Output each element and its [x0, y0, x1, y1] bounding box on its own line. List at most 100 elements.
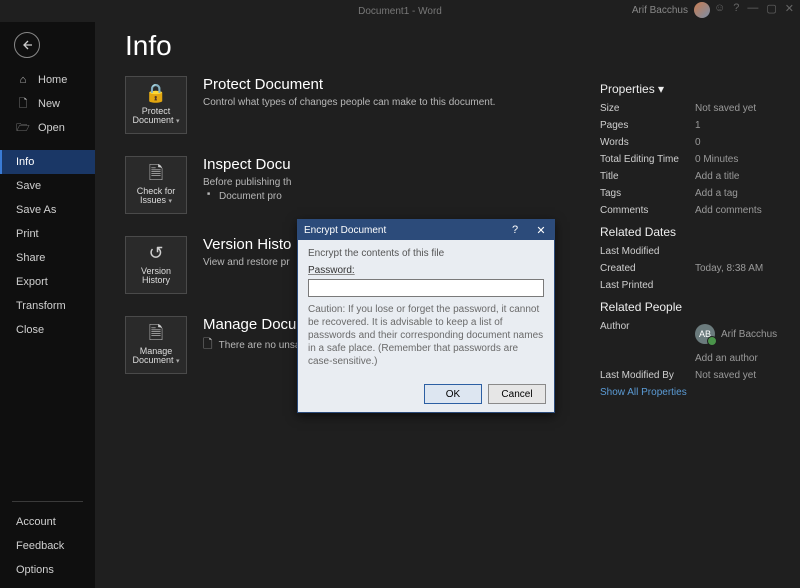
- sidebar-label: Save: [16, 180, 41, 192]
- property-value: Add a title: [695, 171, 739, 182]
- property-row[interactable]: Words0: [600, 134, 792, 151]
- property-key: Tags: [600, 188, 695, 199]
- sidebar-item-save-as[interactable]: Save As: [0, 198, 95, 222]
- sidebar-label: Export: [16, 276, 48, 288]
- account-avatar-icon: [694, 2, 710, 18]
- sidebar-label: Account: [16, 516, 56, 528]
- sidebar-item-feedback[interactable]: Feedback: [0, 534, 95, 558]
- account-name: Arif Bacchus: [632, 5, 688, 16]
- sidebar-label: Transform: [16, 300, 66, 312]
- maximize-icon[interactable]: ▢: [766, 2, 776, 15]
- chevron-down-icon: ▾: [658, 82, 664, 96]
- show-all-properties-link[interactable]: Show All Properties: [600, 387, 687, 398]
- property-value: Not saved yet: [695, 103, 756, 114]
- password-input[interactable]: [308, 279, 544, 297]
- last-modified-by-label: Last Modified By: [600, 370, 695, 381]
- date-key: Created: [600, 263, 695, 274]
- dialog-close-button[interactable]: ✕: [528, 220, 554, 240]
- sidebar-item-account[interactable]: Account: [0, 510, 95, 534]
- property-row[interactable]: CommentsAdd comments: [600, 202, 792, 219]
- section-title: Inspect Docu: [203, 156, 584, 173]
- dialog-title: Encrypt Document: [304, 225, 386, 236]
- property-value: Add a tag: [695, 188, 738, 199]
- property-value: Add comments: [695, 205, 762, 216]
- back-button[interactable]: [14, 32, 40, 58]
- version-history-button[interactable]: ↺ VersionHistory: [125, 236, 187, 294]
- manage-document-button[interactable]: 🗎 ManageDocument ▾: [125, 316, 187, 374]
- minimize-icon[interactable]: —: [747, 2, 758, 15]
- protect-document-button[interactable]: 🔒 ProtectDocument ▾: [125, 76, 187, 134]
- property-key: Title: [600, 171, 695, 182]
- sidebar-label: Open: [38, 122, 65, 134]
- window-controls: ☺ ? — ▢ ✕: [714, 2, 794, 15]
- sidebar-item-transform[interactable]: Transform: [0, 294, 95, 318]
- related-dates-heading: Related Dates: [600, 225, 792, 239]
- check-for-issues-button[interactable]: 🗎 Check forIssues ▾: [125, 156, 187, 214]
- properties-panel: Properties ▾ SizeNot saved yetPages1Word…: [600, 76, 800, 401]
- sidebar-item-print[interactable]: Print: [0, 222, 95, 246]
- property-key: Total Editing Time: [600, 154, 695, 165]
- sidebar-item-options[interactable]: Options: [0, 558, 95, 582]
- sidebar-item-new[interactable]: 🗋 New: [0, 92, 95, 116]
- page-title: Info: [95, 22, 800, 76]
- card-label: VersionHistory: [141, 267, 171, 287]
- card-label: ManageDocument ▾: [132, 347, 179, 367]
- file-icon: 🗋: [203, 337, 213, 351]
- sidebar-item-save[interactable]: Save: [0, 174, 95, 198]
- title-bar: Document1 - Word Arif Bacchus ☺ ? — ▢ ✕: [0, 0, 800, 22]
- backstage-sidebar: ⌂ Home 🗋 New 🗁 Open Info Save Save As Pr…: [0, 22, 95, 588]
- author-value[interactable]: AB Arif Bacchus: [695, 321, 777, 347]
- section-text: Before publishing th Document pro: [203, 176, 584, 203]
- account-area[interactable]: Arif Bacchus: [632, 2, 710, 18]
- date-value: Today, 8:38 AM: [695, 263, 763, 274]
- arrow-left-icon: [21, 39, 33, 51]
- document-title: Document1 - Word: [358, 6, 442, 17]
- sidebar-item-close[interactable]: Close: [0, 318, 95, 342]
- property-value: 0 Minutes: [695, 154, 738, 165]
- property-row[interactable]: SizeNot saved yet: [600, 100, 792, 117]
- password-label: Password:: [308, 265, 544, 276]
- property-key: Words: [600, 137, 695, 148]
- face-icon[interactable]: ☺: [714, 2, 725, 15]
- related-people-heading: Related People: [600, 300, 792, 314]
- date-row: Last Modified: [600, 243, 792, 260]
- sidebar-item-home[interactable]: ⌂ Home: [0, 68, 95, 92]
- bullet-item: Document pro: [203, 190, 584, 204]
- sidebar-item-share[interactable]: Share: [0, 246, 95, 270]
- sidebar-label: Feedback: [16, 540, 64, 552]
- dialog-titlebar[interactable]: Encrypt Document ? ✕: [298, 220, 554, 240]
- dialog-subtitle: Encrypt the contents of this file: [308, 248, 544, 259]
- history-icon: ↺: [148, 244, 163, 264]
- property-row[interactable]: TagsAdd a tag: [600, 185, 792, 202]
- lock-icon: 🔒: [145, 84, 167, 104]
- last-modified-by-value: Not saved yet: [695, 370, 756, 381]
- property-row[interactable]: TitleAdd a title: [600, 168, 792, 185]
- author-label: Author: [600, 321, 695, 347]
- sidebar-label: Close: [16, 324, 44, 336]
- help-icon[interactable]: ?: [733, 2, 739, 15]
- property-row[interactable]: Total Editing Time0 Minutes: [600, 151, 792, 168]
- property-key: Comments: [600, 205, 695, 216]
- date-row: Last Printed: [600, 277, 792, 294]
- section-title: Protect Document: [203, 76, 584, 93]
- dialog-help-button[interactable]: ?: [502, 220, 528, 240]
- property-row[interactable]: Pages1: [600, 117, 792, 134]
- card-label: ProtectDocument ▾: [132, 107, 179, 127]
- sidebar-item-export[interactable]: Export: [0, 270, 95, 294]
- property-key: Pages: [600, 120, 695, 131]
- author-avatar-icon: AB: [695, 324, 715, 344]
- close-icon[interactable]: ✕: [785, 2, 794, 15]
- dialog-caution-text: Caution: If you lose or forget the passw…: [308, 303, 544, 368]
- home-icon: ⌂: [16, 74, 30, 86]
- sidebar-item-info[interactable]: Info: [0, 150, 95, 174]
- properties-heading[interactable]: Properties ▾: [600, 82, 792, 96]
- sidebar-item-open[interactable]: 🗁 Open: [0, 116, 95, 140]
- open-icon: 🗁: [16, 119, 30, 138]
- sidebar-label: Options: [16, 564, 54, 576]
- date-row: CreatedToday, 8:38 AM: [600, 260, 792, 277]
- inspect-icon: 🗎: [149, 164, 163, 184]
- cancel-button[interactable]: Cancel: [488, 384, 546, 404]
- add-author-link[interactable]: Add an author: [695, 353, 758, 364]
- ok-button[interactable]: OK: [424, 384, 482, 404]
- section-text: Control what types of changes people can…: [203, 96, 584, 110]
